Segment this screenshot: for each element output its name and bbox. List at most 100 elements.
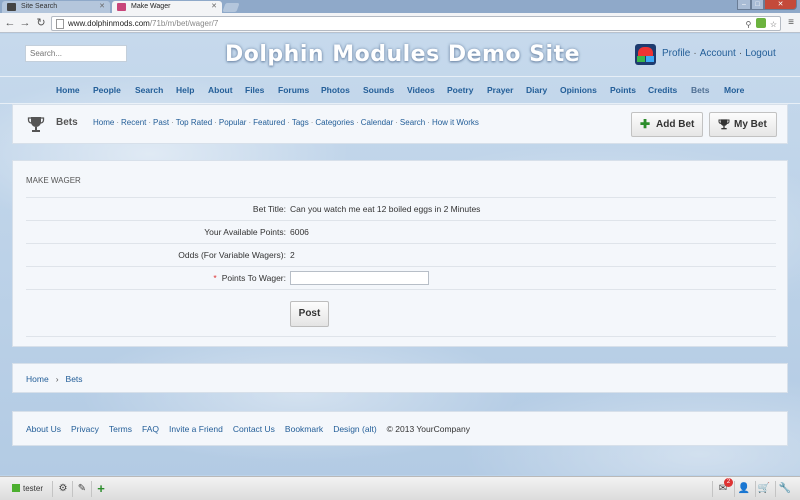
trophy-icon bbox=[718, 119, 730, 130]
browser-menu-icon[interactable]: ≡ bbox=[785, 16, 797, 30]
extension-icon[interactable] bbox=[755, 18, 766, 28]
footer-about-us[interactable]: About Us bbox=[26, 424, 61, 434]
form-row-available-points: Your Available Points: 6006 bbox=[26, 220, 776, 244]
zoom-icon[interactable]: ⚲ bbox=[746, 19, 752, 31]
footer-invite-friend[interactable]: Invite a Friend bbox=[169, 424, 223, 434]
nav-people[interactable]: People bbox=[93, 85, 121, 95]
browser-tab-make-wager[interactable]: Make Wager ✕ bbox=[112, 1, 222, 13]
user-links: Profile · Account · Logout bbox=[662, 48, 776, 59]
browser-tab-site-search[interactable]: Site Search ✕ bbox=[2, 1, 110, 13]
breadcrumb-home[interactable]: Home bbox=[26, 374, 49, 384]
nav-prayer[interactable]: Prayer bbox=[487, 85, 513, 95]
post-button[interactable]: Post bbox=[290, 301, 329, 327]
avatar[interactable] bbox=[635, 44, 656, 65]
nav-home[interactable]: Home bbox=[56, 85, 80, 95]
bets-title: Bets bbox=[56, 117, 78, 128]
mail-icon[interactable]: ✉ 2 bbox=[716, 478, 733, 496]
gear-icon[interactable]: ⚙ bbox=[56, 482, 70, 496]
site-title[interactable]: Dolphin Modules Demo Site bbox=[225, 42, 580, 67]
window-minimize-button[interactable]: – bbox=[737, 0, 751, 10]
bookmark-star-icon[interactable]: ☆ bbox=[770, 19, 777, 31]
bets-link-top-rated[interactable]: Top Rated bbox=[176, 118, 212, 127]
breadcrumb-separator: › bbox=[55, 374, 59, 384]
form-heading: MAKE WAGER bbox=[26, 176, 81, 185]
edit-icon[interactable]: ✎ bbox=[75, 482, 89, 496]
close-tab-icon[interactable]: ✕ bbox=[211, 1, 217, 13]
site-favicon-icon bbox=[7, 3, 16, 11]
close-tab-icon[interactable]: ✕ bbox=[99, 1, 105, 13]
toolbar-user[interactable]: tester bbox=[12, 484, 43, 493]
profile-link[interactable]: Profile bbox=[662, 48, 690, 59]
nav-opinions[interactable]: Opinions bbox=[560, 85, 597, 95]
nav-files[interactable]: Files bbox=[245, 85, 264, 95]
user-icon[interactable]: 👤 bbox=[737, 482, 751, 496]
trophy-icon bbox=[27, 117, 45, 132]
cart-icon[interactable]: 🛒 bbox=[757, 482, 771, 496]
bets-submenu-links: Home · Recent · Past · Top Rated · Popular · Featu… bbox=[93, 118, 479, 127]
reload-icon[interactable]: ↻ bbox=[34, 16, 48, 30]
nav-more[interactable]: More bbox=[724, 85, 744, 95]
bets-link-categories[interactable]: Categories bbox=[315, 118, 354, 127]
bets-link-popular[interactable]: Popular bbox=[219, 118, 247, 127]
bets-link-calendar[interactable]: Calendar bbox=[361, 118, 393, 127]
add-icon[interactable]: + bbox=[94, 482, 108, 496]
nav-photos[interactable]: Photos bbox=[321, 85, 350, 95]
bets-link-recent[interactable]: Recent bbox=[121, 118, 146, 127]
separator: · bbox=[738, 48, 743, 59]
add-bet-button[interactable]: ✚ Add Bet bbox=[631, 112, 703, 137]
make-wager-panel: MAKE WAGER Bet Title: Can you watch me e… bbox=[12, 160, 788, 347]
points-to-wager-input[interactable] bbox=[290, 271, 429, 285]
wrench-icon[interactable]: 🔧 bbox=[778, 482, 792, 496]
member-toolbar: tester ⚙ ✎ + ✉ 2 👤 🛒 🔧 bbox=[0, 476, 800, 500]
window-maximize-button[interactable]: □ bbox=[751, 0, 764, 10]
odds-value: 2 bbox=[288, 243, 776, 267]
bets-submenu-panel: Bets Home · Recent · Past · Top Rated · Popular ·… bbox=[12, 104, 788, 144]
form-row-bet-title: Bet Title: Can you watch me eat 12 boile… bbox=[26, 197, 776, 221]
nav-forums[interactable]: Forums bbox=[278, 85, 309, 95]
bets-link-featured[interactable]: Featured bbox=[253, 118, 285, 127]
footer-privacy[interactable]: Privacy bbox=[71, 424, 99, 434]
breadcrumb-bets[interactable]: Bets bbox=[66, 374, 83, 384]
nav-poetry[interactable]: Poetry bbox=[447, 85, 473, 95]
site-search-input[interactable] bbox=[25, 45, 127, 62]
back-arrow-icon[interactable]: ← bbox=[3, 16, 17, 30]
tab-label: Site Search bbox=[21, 3, 58, 10]
separator: · bbox=[693, 48, 697, 59]
new-tab-button[interactable] bbox=[222, 3, 240, 12]
nav-help[interactable]: Help bbox=[176, 85, 194, 95]
field-label: * Points To Wager: bbox=[26, 266, 288, 290]
toolbar-username: tester bbox=[23, 484, 44, 493]
forward-arrow-icon[interactable]: → bbox=[18, 16, 32, 30]
footer-design-alt[interactable]: Design (alt) bbox=[333, 424, 376, 434]
footer-panel: About Us Privacy Terms FAQ Invite a Friend Co… bbox=[12, 411, 788, 446]
my-bet-button[interactable]: My Bet bbox=[709, 112, 777, 137]
logout-link[interactable]: Logout bbox=[745, 48, 776, 59]
bets-link-tags[interactable]: Tags bbox=[292, 118, 309, 127]
field-label: Odds (For Variable Wagers): bbox=[26, 243, 288, 267]
nav-videos[interactable]: Videos bbox=[407, 85, 435, 95]
footer-faq[interactable]: FAQ bbox=[142, 424, 159, 434]
bet-title-value: Can you watch me eat 12 boiled eggs in 2… bbox=[288, 197, 776, 221]
address-bar[interactable]: www.dolphinmods.com/71b/m/bet/wager/7 ⚲ … bbox=[51, 16, 781, 31]
nav-about[interactable]: About bbox=[208, 85, 233, 95]
mail-count-badge: 2 bbox=[724, 478, 733, 487]
nav-bets[interactable]: Bets bbox=[691, 85, 709, 95]
bets-link-past[interactable]: Past bbox=[153, 118, 169, 127]
nav-sounds[interactable]: Sounds bbox=[363, 85, 394, 95]
bets-link-search[interactable]: Search bbox=[400, 118, 425, 127]
omnibox-icons: ⚲ ☆ bbox=[744, 18, 777, 31]
footer-contact-us[interactable]: Contact Us bbox=[233, 424, 275, 434]
footer-terms[interactable]: Terms bbox=[109, 424, 132, 434]
bets-link-home[interactable]: Home bbox=[93, 118, 114, 127]
nav-points[interactable]: Points bbox=[610, 85, 636, 95]
points-to-wager-label: Points To Wager: bbox=[221, 273, 286, 283]
url-host: www.dolphinmods.com bbox=[68, 19, 150, 28]
nav-search[interactable]: Search bbox=[135, 85, 163, 95]
bets-link-how-it-works[interactable]: How it Works bbox=[432, 118, 479, 127]
breadcrumb-panel: Home › Bets bbox=[12, 363, 788, 393]
nav-credits[interactable]: Credits bbox=[648, 85, 677, 95]
footer-bookmark[interactable]: Bookmark bbox=[285, 424, 323, 434]
account-link[interactable]: Account bbox=[700, 48, 736, 59]
nav-diary[interactable]: Diary bbox=[526, 85, 547, 95]
window-close-button[interactable]: ✕ bbox=[764, 0, 797, 10]
